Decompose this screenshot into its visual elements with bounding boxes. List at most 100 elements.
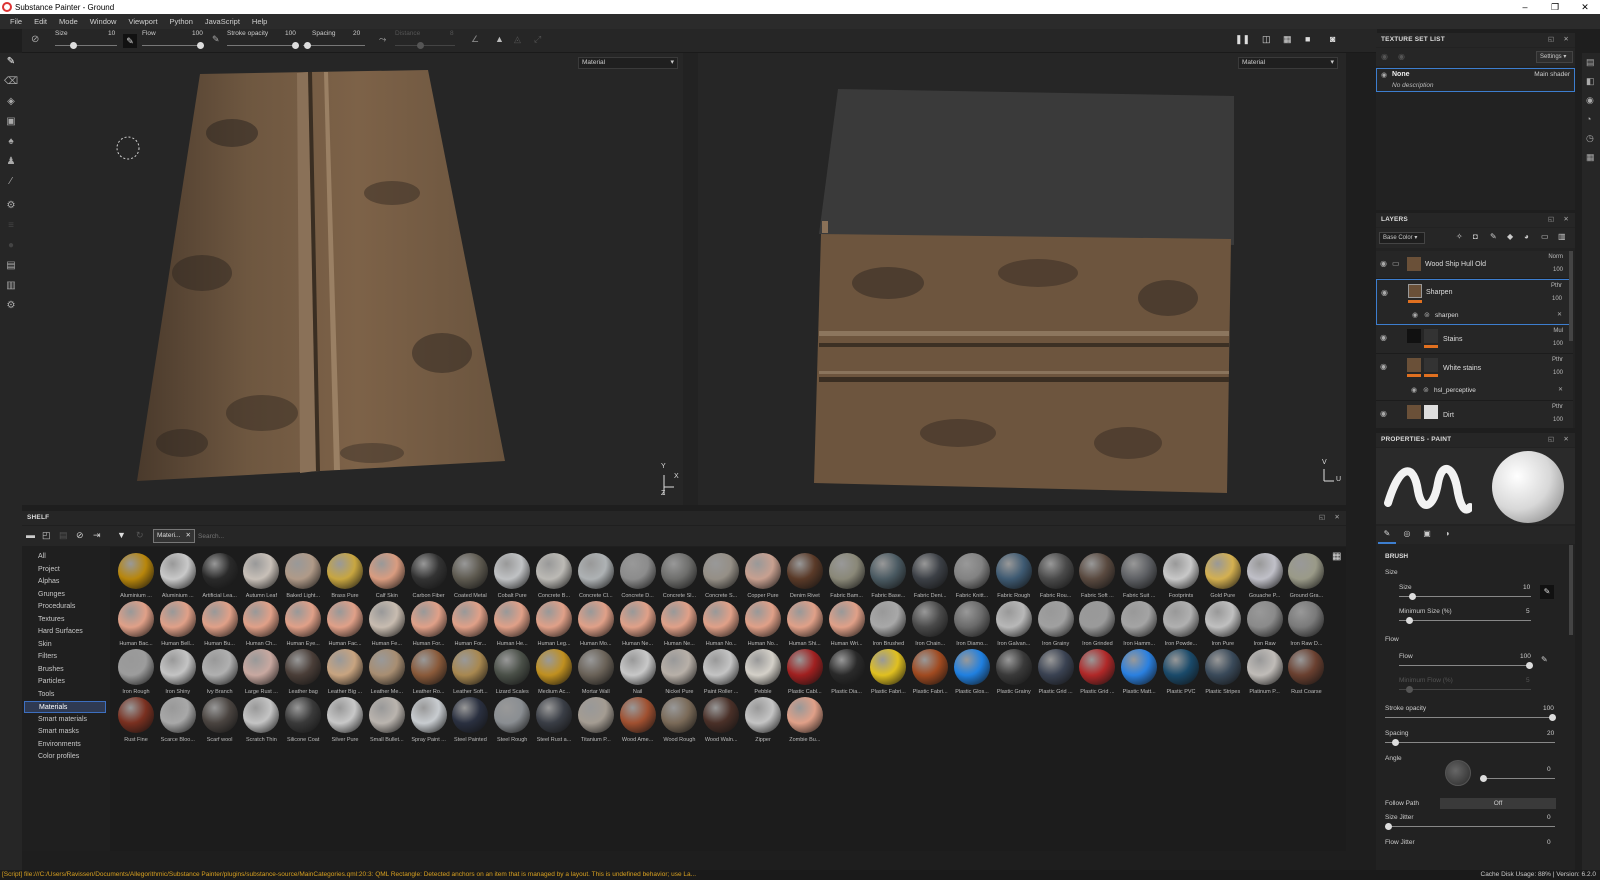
shelf-category-textures[interactable]: Textures (24, 614, 106, 626)
material-thumbnail[interactable]: Iron Pure (1202, 601, 1244, 649)
polygon-fill-icon[interactable]: ▣ (4, 115, 18, 129)
filter-icon[interactable]: ▼ (117, 530, 126, 540)
material-thumbnail[interactable]: Brass Pure (324, 553, 366, 601)
import-icon[interactable]: ⇥ (93, 530, 101, 541)
viewport-3d[interactable]: Material Y X Z (22, 53, 683, 505)
material-thumbnail[interactable]: Steel Painted (449, 697, 491, 745)
color-picker-icon[interactable]: ⁄ (4, 175, 18, 189)
material-thumbnail[interactable]: Gouache P... (1244, 553, 1286, 601)
material-thumbnail[interactable]: Titanium P... (575, 697, 617, 745)
material-thumbnail[interactable]: Leather Soft... (449, 649, 491, 697)
prop-angle-slider[interactable] (1480, 778, 1555, 779)
material-thumbnail[interactable]: Denim Rivet (784, 553, 826, 601)
add-paint-layer-icon[interactable]: ✎ (1490, 232, 1497, 241)
prop-angle-knob[interactable] (1480, 775, 1487, 782)
folder-icon[interactable]: ▭ (1392, 259, 1400, 268)
toolbar-flow-knob[interactable] (197, 42, 204, 49)
shelf-category-alphas[interactable]: Alphas (24, 576, 106, 588)
display-mode-icon[interactable]: ▦ (1283, 34, 1292, 45)
shader-dock-icon[interactable]: ◔ (1586, 114, 1591, 124)
projection-icon[interactable]: ◈ (4, 95, 18, 109)
prop-flow-slider[interactable] (1399, 665, 1531, 666)
layer-icon[interactable]: ≡ (4, 219, 18, 233)
prop-spacing-knob[interactable] (1392, 739, 1399, 746)
material-tab-icon[interactable]: ◑ (1438, 526, 1456, 544)
material-thumbnail[interactable]: Silver Pure (324, 697, 366, 745)
remove-filter-icon[interactable]: ✕ (186, 530, 191, 542)
material-thumbnail[interactable]: Fabric Soft ... (1076, 553, 1118, 601)
layers-close-icon[interactable]: ✕ (1563, 216, 1569, 223)
material-thumbnail[interactable]: Human Bac... (115, 601, 157, 649)
alpha-tab-icon[interactable]: ◎ (1398, 526, 1416, 544)
material-thumbnail[interactable]: Coated Metal (449, 553, 491, 601)
layer-opacity[interactable]: 100 (1553, 341, 1563, 347)
material-thumbnail[interactable]: Pebble (742, 649, 784, 697)
material-thumbnail[interactable]: Scarf wool (199, 697, 241, 745)
texture-set-dock-icon[interactable]: ▤ (1586, 57, 1595, 68)
toolbar-size-slider[interactable] (55, 45, 117, 46)
layer-row-stains[interactable]: ◉ Stains Mul 100 (1376, 325, 1573, 354)
filter-tag-chip[interactable]: Materi... ✕ (153, 529, 195, 543)
delete-layer-icon[interactable]: ▥ (1558, 232, 1566, 241)
material-thumbnail[interactable]: Iron Raw D... (1285, 601, 1327, 649)
material-thumbnail[interactable]: Iron Grainy (1035, 601, 1077, 649)
material-thumbnail[interactable]: Steel Rough (491, 697, 533, 745)
material-thumbnail[interactable]: Zombie Bu... (784, 697, 826, 745)
prop-spacing-slider[interactable] (1385, 742, 1555, 743)
prop-size-jitter-value[interactable]: 0 (1547, 814, 1551, 821)
layers-float-icon[interactable]: ◱ (1548, 216, 1554, 223)
menu-edit[interactable]: Edit (28, 17, 53, 26)
prop-flow-jitter-value[interactable]: 0 (1547, 839, 1551, 846)
material-thumbnail[interactable]: Iron Brushed (867, 601, 909, 649)
material-thumbnail[interactable]: Human Fe... (366, 601, 408, 649)
material-thumbnail[interactable]: Human He... (491, 601, 533, 649)
material-thumbnail[interactable]: Aluminium ... (115, 553, 157, 601)
material-thumbnail[interactable]: Human No... (742, 601, 784, 649)
material-thumbnail[interactable]: Wood Rough (658, 697, 700, 745)
texture-set-item-shader[interactable]: Main shader (1534, 71, 1570, 78)
shelf-category-all[interactable]: All (24, 551, 106, 563)
size-pen-pressure-icon[interactable]: ✎ (123, 34, 137, 48)
layers-dock-icon[interactable]: ◧ (1586, 76, 1595, 87)
material-thumbnail[interactable]: Silicone Coat (282, 697, 324, 745)
shelf-category-grunges[interactable]: Grunges (24, 589, 106, 601)
layer-row-dirt[interactable]: ◉ Dirt Pthr 100 (1376, 401, 1573, 428)
material-thumbnail[interactable]: Aluminium ... (157, 553, 199, 601)
material-thumbnail[interactable]: Concrete Sl... (658, 553, 700, 601)
material-thumbnail[interactable]: Human Leg... (533, 601, 575, 649)
settings-icon[interactable]: ⚙ (4, 299, 18, 313)
log-dock-icon[interactable]: ▦ (1586, 152, 1595, 163)
material-thumbnail[interactable]: Iron Rough (115, 649, 157, 697)
layers-channel-dropdown[interactable]: Base Color ▾ (1379, 232, 1425, 244)
toolbar-flow-slider[interactable] (142, 45, 204, 46)
lazy-mouse-icon[interactable]: ⤳ (379, 34, 386, 45)
texture-set-item[interactable]: ◉ None Main shader No description (1376, 68, 1575, 92)
material-thumbnail[interactable]: Medium Ac... (533, 649, 575, 697)
add-mask-icon[interactable]: ◘ (1473, 232, 1478, 241)
shelf-search-input[interactable] (198, 529, 1298, 543)
shelf-category-environments[interactable]: Environments (24, 739, 106, 751)
material-thumbnail[interactable]: Rust Fine (115, 697, 157, 745)
layer-blend-mode[interactable]: Mul (1553, 328, 1563, 334)
menu-mode[interactable]: Mode (53, 17, 84, 26)
layer-opacity[interactable]: 100 (1553, 267, 1563, 273)
shelf-float-icon[interactable]: ◱ (1319, 514, 1325, 521)
material-thumbnail[interactable]: Plastic Cabl... (784, 649, 826, 697)
material-thumbnail[interactable]: Calf Skin (366, 553, 408, 601)
material-thumbnail[interactable]: Iron Powde... (1160, 601, 1202, 649)
viewport-2d-channel-dropdown[interactable]: Material (1238, 57, 1338, 69)
material-thumbnail[interactable]: Plastic Matt... (1118, 649, 1160, 697)
shelf-close-icon[interactable]: ✕ (1334, 514, 1340, 521)
brush-preset-icon[interactable]: ⊘ (31, 34, 39, 45)
screenshot-icon[interactable]: ◙ (1330, 34, 1335, 44)
menu-help[interactable]: Help (246, 17, 273, 26)
material-thumbnail[interactable]: Plastic PVC (1160, 649, 1202, 697)
prop-min-size-slider[interactable] (1399, 620, 1531, 621)
prop-stroke-opacity-knob[interactable] (1549, 714, 1556, 721)
material-thumbnail[interactable]: Ivy Branch (199, 649, 241, 697)
material-thumbnail[interactable]: Leather bag (282, 649, 324, 697)
shelf-category-procedurals[interactable]: Procedurals (24, 601, 106, 613)
material-thumbnail[interactable]: Plastic Grid ... (1076, 649, 1118, 697)
material-thumbnail[interactable]: Footprints (1160, 553, 1202, 601)
shelf-category-brushes[interactable]: Brushes (24, 664, 106, 676)
